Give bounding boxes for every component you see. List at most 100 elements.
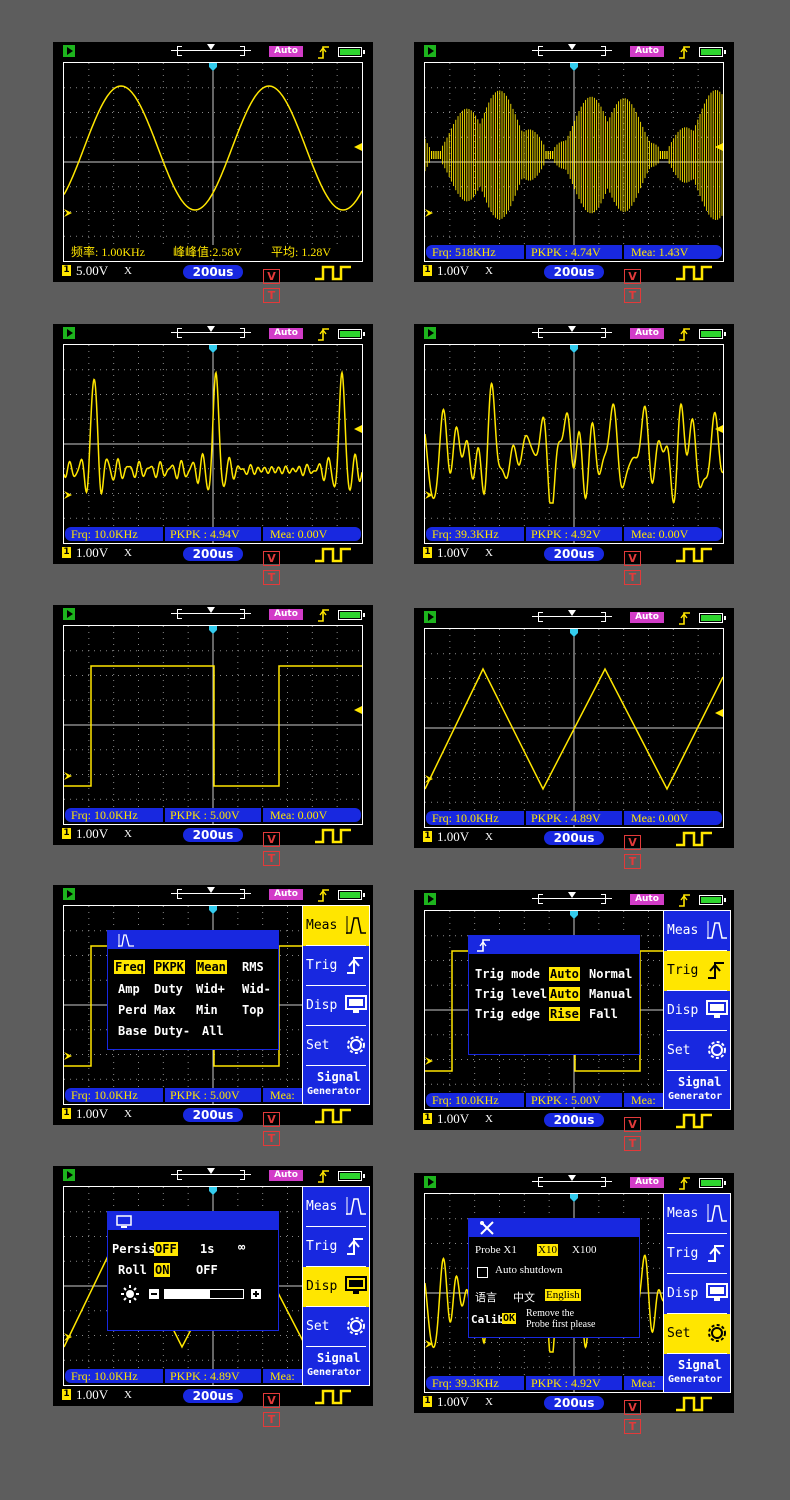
channel-indicator[interactable]: 1 xyxy=(62,828,71,839)
meas-option-perd[interactable]: Perd xyxy=(118,1003,147,1017)
waveform-display-area[interactable] xyxy=(63,625,363,825)
probe-x10[interactable]: X10 xyxy=(537,1244,558,1256)
channel-indicator[interactable]: 1 xyxy=(423,1396,432,1407)
voltage-cursor-button[interactable]: V xyxy=(624,1400,641,1415)
auto-mode-badge[interactable]: Auto xyxy=(269,46,303,57)
channel-indicator[interactable]: 1 xyxy=(62,547,71,558)
run-status-icon[interactable] xyxy=(63,1169,75,1181)
time-cursor-button[interactable]: T xyxy=(624,288,641,303)
signal-output-icon[interactable] xyxy=(676,265,716,281)
timebase-value[interactable]: 200us xyxy=(183,1389,243,1403)
volts-per-division[interactable]: 1.00V xyxy=(437,1394,469,1410)
trig-level-manual[interactable]: Manual xyxy=(589,987,632,1001)
signal-output-icon[interactable] xyxy=(315,1108,355,1124)
roll-on[interactable]: ON xyxy=(154,1263,171,1277)
timebase-position-indicator[interactable] xyxy=(532,44,612,56)
volts-per-division[interactable]: 1.00V xyxy=(437,545,469,561)
meas-option-widplus[interactable]: Wid+ xyxy=(196,982,225,996)
timebase-value[interactable]: 200us xyxy=(544,547,604,561)
run-status-icon[interactable] xyxy=(424,893,436,905)
meas-option-base[interactable]: Base xyxy=(118,1024,147,1038)
run-status-icon[interactable] xyxy=(424,327,436,339)
channel-indicator[interactable]: 1 xyxy=(62,265,71,276)
roll-off[interactable]: OFF xyxy=(196,1263,218,1277)
meas-option-duty[interactable]: Duty xyxy=(154,982,183,996)
waveform-display-area[interactable] xyxy=(63,62,363,262)
volts-per-division[interactable]: 5.00V xyxy=(76,263,108,279)
auto-shutdown-checkbox[interactable] xyxy=(477,1267,488,1278)
voltage-cursor-button[interactable]: V xyxy=(624,551,641,566)
meas-option-pkpk[interactable]: PKPK xyxy=(154,960,185,974)
timebase-value[interactable]: 200us xyxy=(183,265,243,279)
voltage-cursor-button[interactable]: V xyxy=(263,1112,280,1127)
channel-indicator[interactable]: 1 xyxy=(62,1389,71,1400)
auto-mode-badge[interactable]: Auto xyxy=(269,609,303,620)
auto-mode-badge[interactable]: Auto xyxy=(630,894,664,905)
channel-indicator[interactable]: 1 xyxy=(423,265,432,276)
time-cursor-button[interactable]: T xyxy=(263,570,280,585)
meas-menu-button[interactable]: Meas xyxy=(303,1187,369,1227)
meas-option-top[interactable]: Top xyxy=(242,1003,264,1017)
time-cursor-button[interactable]: T xyxy=(263,1412,280,1427)
voltage-cursor-button[interactable]: V xyxy=(624,269,641,284)
run-status-icon[interactable] xyxy=(424,611,436,623)
disp-menu-button[interactable]: Disp xyxy=(303,986,369,1026)
volts-per-division[interactable]: 1.00V xyxy=(437,263,469,279)
signal-output-icon[interactable] xyxy=(676,1113,716,1129)
set-menu-button[interactable]: Set xyxy=(664,1314,730,1354)
timebase-position-indicator[interactable] xyxy=(532,610,612,622)
timebase-value[interactable]: 200us xyxy=(183,547,243,561)
timebase-value[interactable]: 200us xyxy=(183,1108,243,1122)
waveform-display-area[interactable] xyxy=(424,62,724,262)
disp-menu-button[interactable]: Disp xyxy=(664,991,730,1031)
auto-mode-badge[interactable]: Auto xyxy=(630,612,664,623)
trig-edge-fall[interactable]: Fall xyxy=(589,1007,618,1021)
time-cursor-button[interactable]: T xyxy=(624,1136,641,1151)
volts-per-division[interactable]: 1.00V xyxy=(437,1111,469,1127)
timebase-position-indicator[interactable] xyxy=(171,1168,251,1180)
meas-menu-button[interactable]: Meas xyxy=(303,906,369,946)
volts-per-division[interactable]: 1.00V xyxy=(76,1387,108,1403)
timebase-value[interactable]: 200us xyxy=(544,1113,604,1127)
run-status-icon[interactable] xyxy=(424,45,436,57)
trig-menu-button[interactable]: Trig xyxy=(303,946,369,986)
timebase-position-indicator[interactable] xyxy=(171,44,251,56)
signal-generator-button[interactable]: Signal Generator xyxy=(664,1354,730,1394)
meas-option-max[interactable]: Max xyxy=(154,1003,176,1017)
timebase-position-indicator[interactable] xyxy=(532,1175,612,1187)
timebase-position-indicator[interactable] xyxy=(532,326,612,338)
voltage-cursor-button[interactable]: V xyxy=(263,551,280,566)
meas-option-dutyminus[interactable]: Duty- xyxy=(154,1024,190,1038)
time-cursor-button[interactable]: T xyxy=(263,288,280,303)
channel-indicator[interactable]: 1 xyxy=(423,547,432,558)
time-cursor-button[interactable]: T xyxy=(263,851,280,866)
run-status-icon[interactable] xyxy=(63,888,75,900)
brightness-slider[interactable] xyxy=(164,1289,244,1299)
signal-generator-button[interactable]: Signal Generator xyxy=(664,1071,730,1111)
meas-option-amp[interactable]: Amp xyxy=(118,982,140,996)
voltage-cursor-button[interactable]: V xyxy=(263,1393,280,1408)
timebase-value[interactable]: 200us xyxy=(544,1396,604,1410)
channel-indicator[interactable]: 1 xyxy=(423,1113,432,1124)
brightness-decrease-button[interactable] xyxy=(149,1289,159,1299)
run-status-icon[interactable] xyxy=(63,327,75,339)
time-cursor-button[interactable]: T xyxy=(624,1419,641,1434)
channel-indicator[interactable]: 1 xyxy=(62,1108,71,1119)
timebase-position-indicator[interactable] xyxy=(171,887,251,899)
set-menu-button[interactable]: Set xyxy=(664,1031,730,1071)
meas-option-mean[interactable]: Mean xyxy=(196,960,227,974)
timebase-value[interactable]: 200us xyxy=(544,265,604,279)
auto-mode-badge[interactable]: Auto xyxy=(630,46,664,57)
persist-1s[interactable]: 1s xyxy=(200,1242,214,1256)
language-chinese[interactable]: 中文 xyxy=(513,1289,535,1305)
volts-per-division[interactable]: 1.00V xyxy=(76,826,108,842)
signal-output-icon[interactable] xyxy=(315,1389,355,1405)
trig-menu-button[interactable]: Trig xyxy=(303,1227,369,1267)
trig-menu-button[interactable]: Trig xyxy=(664,1234,730,1274)
voltage-cursor-button[interactable]: V xyxy=(624,835,641,850)
brightness-increase-button[interactable] xyxy=(251,1289,261,1299)
time-cursor-button[interactable]: T xyxy=(263,1131,280,1146)
voltage-cursor-button[interactable]: V xyxy=(263,832,280,847)
signal-output-icon[interactable] xyxy=(676,831,716,847)
timebase-position-indicator[interactable] xyxy=(171,607,251,619)
